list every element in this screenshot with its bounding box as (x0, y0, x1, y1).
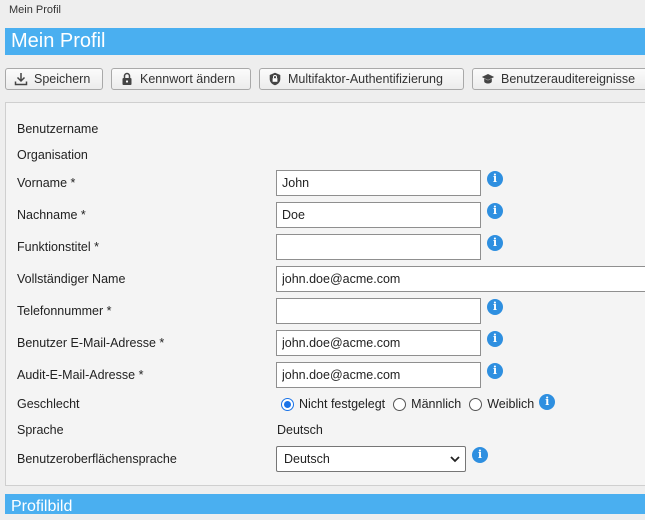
breadcrumb: Mein Profil (9, 4, 61, 16)
ui-language-row: Benutzeroberflächensprache Deutsch i (6, 446, 645, 472)
phone-field[interactable] (276, 298, 481, 324)
info-icon[interactable]: i (539, 394, 556, 410)
organisation-label: Organisation (17, 148, 88, 162)
gender-label: Geschlecht (17, 397, 80, 411)
page-title: Mein Profil (5, 28, 645, 55)
phone-row: Telefonnummer * i (6, 298, 645, 324)
gender-option-label: Männlich (411, 397, 462, 411)
lastname-label: Nachname * (17, 208, 86, 222)
firstname-label: Vorname * (17, 176, 76, 190)
jobtitle-field[interactable] (276, 234, 481, 260)
fullname-field[interactable] (276, 266, 645, 292)
gender-option-label: Nicht festgelegt (299, 397, 386, 411)
info-icon[interactable]: i (487, 235, 503, 251)
phone-label: Telefonnummer * (17, 304, 112, 318)
username-row: Benutzername (6, 116, 645, 142)
profile-picture-section-header: Profilbild (5, 494, 645, 515)
audit-events-button[interactable]: Benutzerauditereignisse (472, 68, 645, 90)
audit-email-field[interactable] (276, 362, 481, 388)
gender-radio-female[interactable] (469, 397, 483, 411)
firstname-field[interactable] (276, 170, 481, 196)
mfa-button[interactable]: Multifaktor-Authentifizierung (259, 68, 464, 90)
save-button-label: Speichern (34, 72, 91, 86)
graduation-cap-icon (481, 74, 495, 84)
gender-radio-male[interactable] (393, 397, 407, 411)
gender-row: Geschlecht Nicht festgelegt Männlich Wei… (6, 391, 645, 417)
lock-icon (122, 72, 132, 85)
email-row: Benutzer E-Mail-Adresse * i (6, 330, 645, 356)
info-icon[interactable]: i (472, 447, 488, 463)
jobtitle-label: Funktionstitel * (17, 240, 99, 254)
email-field[interactable] (276, 330, 481, 356)
profile-form-panel: Benutzername Organisation Vorname * i Na… (5, 102, 645, 486)
gender-radio-group: Nicht festgelegt Männlich Weiblich i (281, 391, 556, 417)
lastname-field[interactable] (276, 202, 481, 228)
download-icon (14, 73, 28, 86)
ui-language-selected: Deutsch (284, 452, 330, 466)
ui-language-label: Benutzeroberflächensprache (17, 452, 177, 466)
info-icon[interactable]: i (487, 171, 503, 187)
fullname-row: Vollständiger Name (6, 266, 645, 292)
change-password-label: Kennwort ändern (140, 72, 236, 86)
jobtitle-row: Funktionstitel * i (6, 234, 645, 260)
shield-lock-icon (269, 72, 281, 86)
email-label: Benutzer E-Mail-Adresse * (17, 336, 165, 350)
lastname-row: Nachname * i (6, 202, 645, 228)
info-icon[interactable]: i (487, 299, 503, 315)
username-label: Benutzername (17, 122, 99, 136)
fullname-label: Vollständiger Name (17, 272, 126, 286)
info-icon[interactable]: i (487, 203, 503, 219)
save-button[interactable]: Speichern (5, 68, 103, 90)
organisation-row: Organisation (6, 142, 645, 168)
chevron-down-icon (450, 456, 460, 463)
info-icon[interactable]: i (487, 331, 503, 347)
info-icon[interactable]: i (487, 363, 503, 379)
language-row: Sprache Deutsch (6, 417, 645, 443)
audit-events-label: Benutzerauditereignisse (501, 72, 636, 86)
audit-email-label: Audit-E-Mail-Adresse * (17, 368, 144, 382)
audit-email-row: Audit-E-Mail-Adresse * i (6, 362, 645, 388)
mfa-label: Multifaktor-Authentifizierung (288, 72, 443, 86)
language-value: Deutsch (277, 423, 323, 437)
ui-language-select[interactable]: Deutsch (276, 446, 466, 472)
language-label: Sprache (17, 423, 64, 437)
gender-option-label: Weiblich (487, 397, 535, 411)
gender-radio-unspecified[interactable] (281, 397, 294, 411)
change-password-button[interactable]: Kennwort ändern (111, 68, 251, 90)
firstname-row: Vorname * i (6, 170, 645, 196)
